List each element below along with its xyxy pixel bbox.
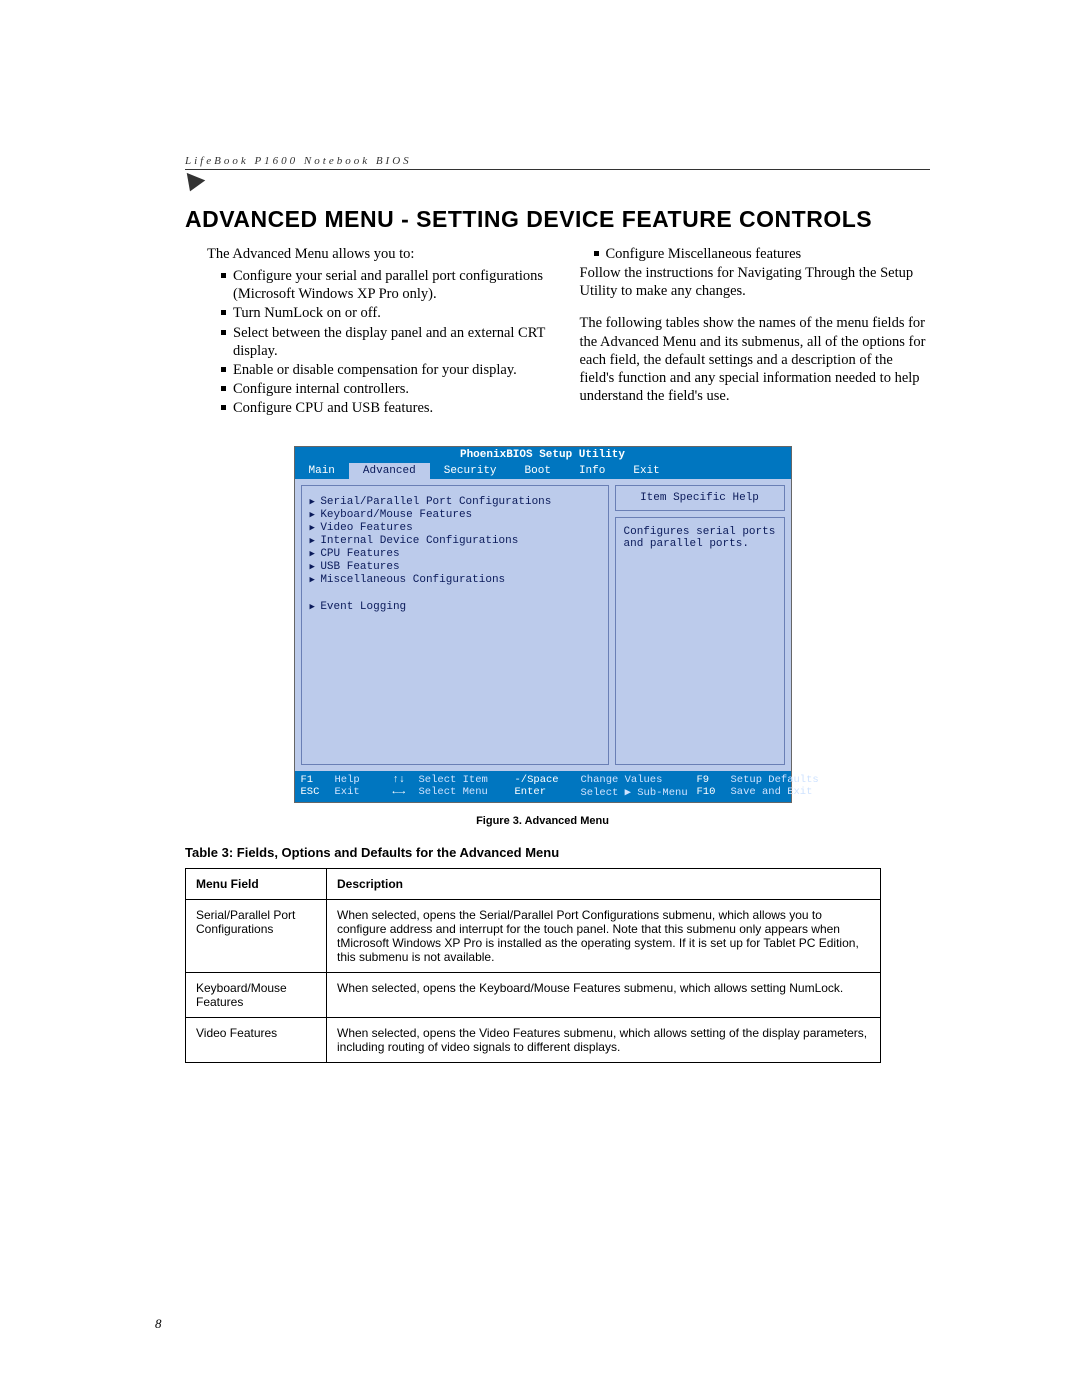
- table-caption: Table 3: Fields, Options and Defaults fo…: [185, 845, 930, 860]
- page-number: 8: [155, 1316, 162, 1332]
- table-header-desc: Description: [327, 869, 881, 900]
- table-row: Serial/Parallel Port Configurations When…: [186, 900, 881, 973]
- exit-label: Exit: [335, 786, 360, 798]
- table-cell-field: Video Features: [186, 1018, 327, 1063]
- save-exit-label: Save and Exit: [731, 786, 813, 798]
- right-column: Configure Miscellaneous features Follow …: [580, 245, 931, 418]
- bios-item: Keyboard/Mouse Features: [310, 509, 600, 521]
- arrows-ud-key: ↑↓: [393, 774, 406, 786]
- bios-tab-security: Security: [430, 463, 511, 479]
- table-cell-desc: When selected, opens the Serial/Parallel…: [327, 900, 881, 973]
- bios-title: PhoenixBIOS Setup Utility: [295, 447, 791, 463]
- left-bullet: Select between the display panel and an …: [221, 324, 558, 360]
- two-column-body: The Advanced Menu allows you to: Configu…: [155, 245, 930, 418]
- left-bullet-list: Configure your serial and parallel port …: [207, 267, 558, 417]
- left-bullet: Configure CPU and USB features.: [221, 399, 558, 417]
- right-bullet: Configure Miscellaneous features: [594, 245, 931, 263]
- bios-tab-advanced: Advanced: [349, 463, 430, 479]
- table-cell-field: Keyboard/Mouse Features: [186, 973, 327, 1018]
- bios-help-title: Item Specific Help: [615, 485, 785, 511]
- bios-tab-boot: Boot: [511, 463, 565, 479]
- left-bullet: Configure internal controllers.: [221, 380, 558, 398]
- enter-key: Enter: [515, 786, 547, 798]
- select-item-label: Select Item: [419, 774, 488, 786]
- f9-key: F9: [697, 774, 710, 786]
- bios-tab-exit: Exit: [619, 463, 673, 479]
- bios-item: CPU Features: [310, 548, 600, 560]
- right-paragraph-2: The following tables show the names of t…: [580, 314, 931, 405]
- arrows-lr-key: ←→: [393, 786, 406, 798]
- f1-label: Help: [335, 774, 360, 786]
- select-submenu-label: Select ▶ Sub-Menu: [581, 787, 688, 799]
- bios-item: Event Logging: [310, 601, 600, 613]
- bios-item: Video Features: [310, 522, 600, 534]
- running-head: LifeBook P1600 Notebook BIOS: [185, 155, 930, 170]
- f1-key: F1: [301, 774, 314, 786]
- left-bullet: Turn NumLock on or off.: [221, 304, 558, 322]
- setup-defaults-label: Setup Defaults: [731, 774, 819, 786]
- f10-key: F10: [697, 786, 716, 798]
- bios-item: Serial/Parallel Port Configurations: [310, 496, 600, 508]
- corner-triangle-icon: [181, 173, 206, 195]
- bios-help-text: Configures serial ports and parallel por…: [615, 517, 785, 765]
- bios-item: Miscellaneous Configurations: [310, 574, 600, 586]
- space-key: -/Space: [515, 774, 559, 786]
- table-cell-desc: When selected, opens the Keyboard/Mouse …: [327, 973, 881, 1018]
- section-title: Advanced Menu - Setting Device Feature C…: [185, 206, 930, 233]
- change-values-label: Change Values: [581, 774, 663, 786]
- bios-menu-list: Serial/Parallel Port Configurations Keyb…: [301, 485, 609, 765]
- bios-tab-main: Main: [295, 463, 349, 479]
- bios-screenshot: PhoenixBIOS Setup Utility Main Advanced …: [294, 446, 792, 803]
- table-cell-field: Serial/Parallel Port Configurations: [186, 900, 327, 973]
- bios-footer: F1 Help ↑↓ Select Item -/Space Change Va…: [295, 771, 791, 802]
- bios-item: USB Features: [310, 561, 600, 573]
- table-cell-desc: When selected, opens the Video Features …: [327, 1018, 881, 1063]
- esc-key: ESC: [301, 786, 320, 798]
- bios-tab-info: Info: [565, 463, 619, 479]
- bios-item: Internal Device Configurations: [310, 535, 600, 547]
- right-bullet-list: Configure Miscellaneous features: [580, 245, 931, 263]
- table-row: Keyboard/Mouse Features When selected, o…: [186, 973, 881, 1018]
- right-paragraph-1: Follow the instructions for Navigating T…: [580, 264, 931, 300]
- table-header-field: Menu Field: [186, 869, 327, 900]
- left-column: The Advanced Menu allows you to: Configu…: [207, 245, 558, 418]
- left-bullet: Enable or disable compensation for your …: [221, 361, 558, 379]
- select-menu-label: Select Menu: [419, 786, 488, 798]
- left-bullet: Configure your serial and parallel port …: [221, 267, 558, 303]
- bios-tabs: Main Advanced Security Boot Info Exit: [295, 463, 791, 479]
- fields-table: Menu Field Description Serial/Parallel P…: [185, 868, 881, 1063]
- left-intro: The Advanced Menu allows you to:: [207, 245, 558, 263]
- table-row: Video Features When selected, opens the …: [186, 1018, 881, 1063]
- figure-caption: Figure 3. Advanced Menu: [155, 815, 930, 827]
